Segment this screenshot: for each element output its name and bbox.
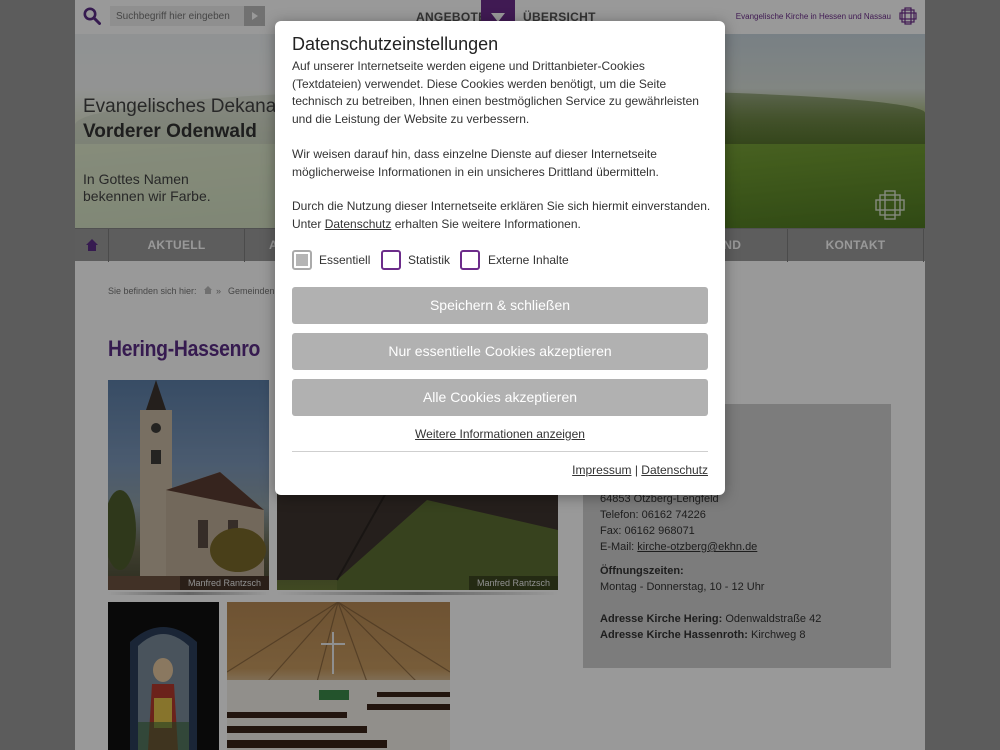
dialog-paragraph-2: Wir weisen darauf hin, dass einzelne Die… (292, 147, 659, 179)
checkbox-essential-label: Essentiell (319, 253, 371, 267)
dialog-footer: Impressum | Datenschutz (572, 463, 708, 477)
checkbox-statistics[interactable] (381, 250, 401, 270)
checkbox-statistics-label: Statistik (408, 253, 451, 267)
datenschutz-link[interactable]: Datenschutz (641, 463, 708, 477)
accept-essential-button[interactable]: Nur essentielle Cookies akzeptieren (292, 333, 708, 370)
checkbox-external-content[interactable] (460, 250, 480, 270)
accept-all-button[interactable]: Alle Cookies akzeptieren (292, 379, 708, 416)
dialog-title: Datenschutzeinstellungen (292, 34, 499, 54)
impressum-link[interactable]: Impressum (572, 463, 631, 477)
more-info-link[interactable]: Weitere Informationen anzeigen (275, 427, 725, 441)
paragraph-3-text-post: erhalten Sie weitere Informationen. (394, 216, 581, 231)
dialog-divider (292, 451, 708, 452)
cookie-consent-dialog: Datenschutzeinstellungen Auf unserer Int… (275, 21, 725, 495)
checkbox-external-label: Externe Inhalte (488, 253, 569, 267)
checkbox-essential[interactable] (292, 250, 312, 270)
dialog-paragraph-1: Auf unserer Internetseite werden eigene … (292, 59, 699, 126)
datenschutz-inline-link[interactable]: Datenschutz (325, 217, 392, 231)
dialog-paragraph-3: Durch die Nutzung dieser Internetseite e… (292, 198, 712, 233)
footer-separator: | (634, 463, 638, 477)
save-and-close-button[interactable]: Speichern & schließen (292, 287, 708, 324)
